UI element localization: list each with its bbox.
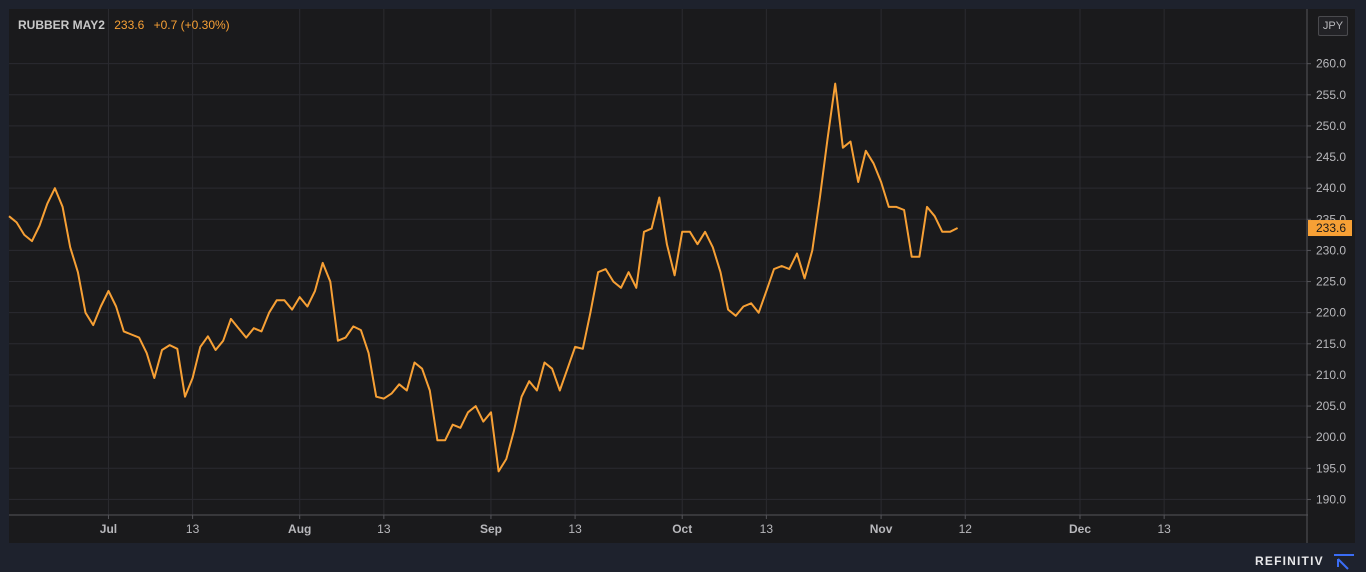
y-tick-label: 210.0 xyxy=(1316,368,1346,382)
x-tick-label: 13 xyxy=(760,522,774,536)
x-tick-label: Sep xyxy=(480,522,502,536)
y-tick-label: 195.0 xyxy=(1316,461,1346,475)
legend-change: +0.7 (+0.30%) xyxy=(153,18,230,32)
x-tick-label: 13 xyxy=(377,522,391,536)
legend-symbol: RUBBER MAY2 xyxy=(18,18,105,32)
currency-badge[interactable]: JPY xyxy=(1318,16,1348,36)
y-tick-label: 205.0 xyxy=(1316,399,1346,413)
y-axis-ticks: 190.0 195.0 200.0 205.0 210.0 215.0 220.0 225.0… xyxy=(1307,57,1346,506)
y-tick-label: 260.0 xyxy=(1316,57,1346,71)
y-tick-label: 255.0 xyxy=(1316,88,1346,102)
y-tick-label: 225.0 xyxy=(1316,275,1346,289)
refinitiv-logo-icon xyxy=(1334,554,1354,570)
y-tick-label: 220.0 xyxy=(1316,306,1346,320)
y-tick-label: 230.0 xyxy=(1316,243,1346,257)
brand-label: REFINITIV xyxy=(1255,554,1324,568)
x-tick-label: 13 xyxy=(1157,522,1171,536)
y-tick-label: 200.0 xyxy=(1316,430,1346,444)
horizontal-gridlines xyxy=(9,63,1307,500)
last-price-tag: 233.6 xyxy=(1308,220,1352,237)
price-series-line[interactable] xyxy=(8,82,959,473)
x-tick-label: Jul xyxy=(100,522,117,536)
x-tick-label: 12 xyxy=(959,522,973,536)
x-tick-label: Oct xyxy=(672,522,692,536)
chart-legend: RUBBER MAY2 233.6 +0.7 (+0.30%) xyxy=(18,18,230,32)
y-tick-label: 215.0 xyxy=(1316,337,1346,351)
x-axis-ticks: Jul 13 Aug 13 Sep 13 Oct 13 Nov 12 Dec 13 xyxy=(100,515,1171,536)
vertical-gridlines xyxy=(107,9,1165,515)
x-tick-label: Dec xyxy=(1069,522,1091,536)
y-tick-label: 240.0 xyxy=(1316,181,1346,195)
x-tick-label: Nov xyxy=(870,522,893,536)
x-tick-label: 13 xyxy=(186,522,200,536)
legend-last-value: 233.6 xyxy=(114,18,145,32)
last-price-tag-label: 233.6 xyxy=(1316,221,1346,235)
y-tick-label: 250.0 xyxy=(1316,119,1346,133)
y-tick-label: 190.0 xyxy=(1316,492,1346,506)
x-tick-label: 13 xyxy=(568,522,582,536)
x-tick-label: Aug xyxy=(288,522,311,536)
price-chart[interactable]: 190.0 195.0 200.0 205.0 210.0 215.0 220.0 225.0… xyxy=(0,0,1366,572)
y-tick-label: 245.0 xyxy=(1316,150,1346,164)
